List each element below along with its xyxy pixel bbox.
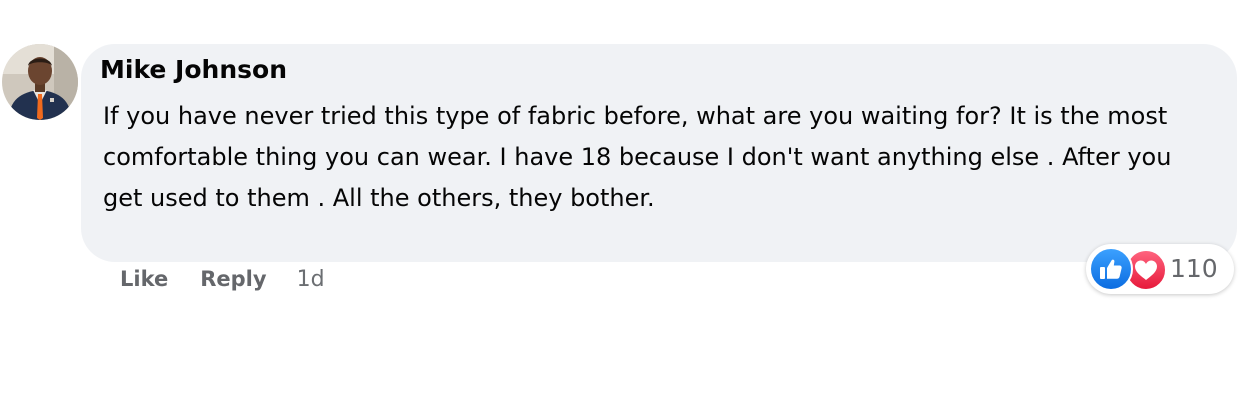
like-button[interactable]: Like	[120, 267, 168, 291]
reply-button[interactable]: Reply	[200, 267, 266, 291]
avatar-image	[2, 44, 78, 120]
like-reaction-icon	[1089, 247, 1133, 291]
comment-timestamp[interactable]: 1d	[297, 267, 325, 292]
reaction-count: 110	[1170, 254, 1218, 283]
comment-text: If you have never tried this type of fab…	[103, 102, 1172, 212]
comment-actions: Like Reply 1d	[120, 263, 325, 295]
comment-author[interactable]: Mike Johnson	[100, 54, 287, 86]
reactions-summary[interactable]: 110	[1086, 244, 1234, 294]
comment: Mike Johnson If you have never tried thi…	[0, 0, 1250, 400]
avatar[interactable]	[2, 44, 78, 120]
